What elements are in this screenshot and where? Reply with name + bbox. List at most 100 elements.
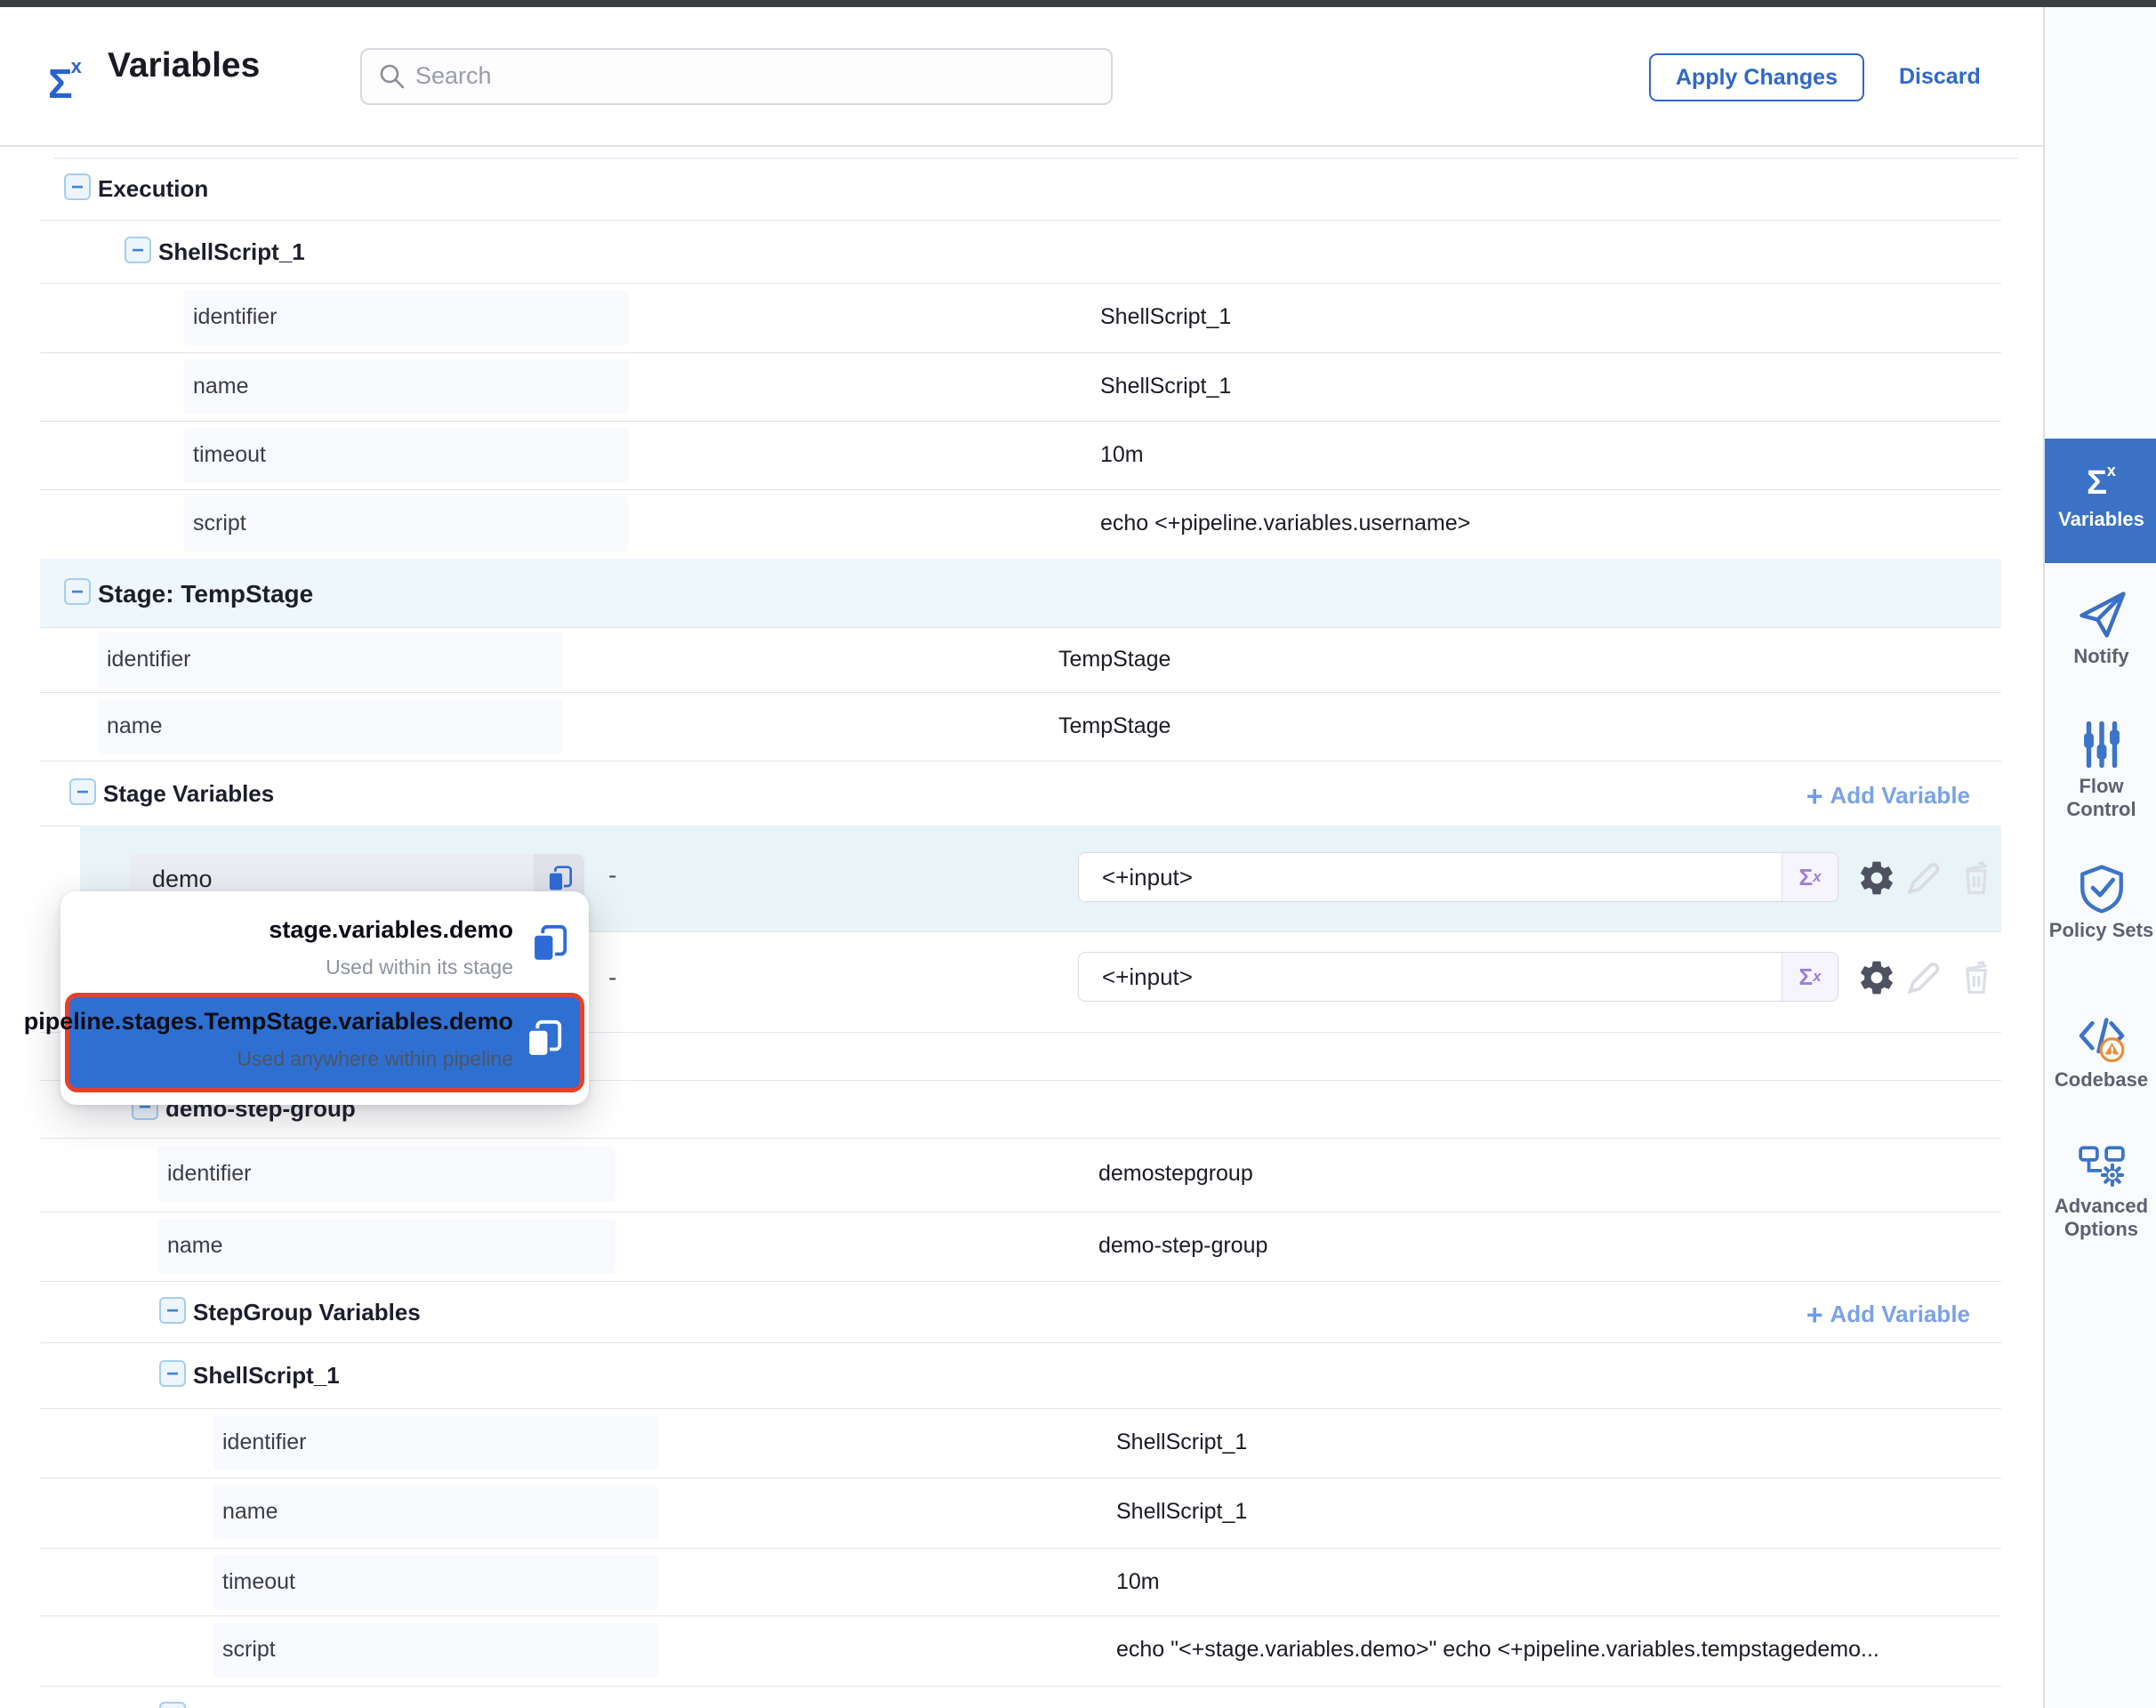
field-value: ShellScript_1 xyxy=(1100,304,1231,330)
right-sidebar: Σx Variables Notify Flow Control xyxy=(2043,7,2156,1708)
row-partial xyxy=(40,1686,2001,1708)
discard-button[interactable]: Discard xyxy=(1899,64,1981,90)
edit-pencil-icon[interactable] xyxy=(1903,958,1943,997)
scope-hint: Used anywhere within pipeline xyxy=(237,1047,513,1071)
row-identifier: identifier ShellScript_1 xyxy=(40,283,2001,353)
search-input[interactable] xyxy=(414,53,1093,98)
flowchart-gear-icon xyxy=(2076,1139,2128,1190)
sidebar-item-label: Advanced Options xyxy=(2045,1195,2156,1241)
row-dsg-identifier: identifier demostepgroup xyxy=(40,1138,2001,1213)
expression-text: pipeline.stages.TempStage.variables.demo xyxy=(24,1008,513,1035)
row-stage-tempstage: − Stage: TempStage xyxy=(40,559,2001,628)
field-label: timeout xyxy=(193,442,266,468)
row-shellscript1: − ShellScript_1 xyxy=(40,220,2001,284)
field-value: ShellScript_1 xyxy=(1100,374,1231,399)
section-title: Execution xyxy=(98,175,208,203)
sidebar-item-advanced-options[interactable]: Advanced Options xyxy=(2045,1139,2156,1241)
collapse-icon[interactable]: − xyxy=(64,578,91,605)
copy-icon[interactable] xyxy=(528,923,569,964)
copy-icon xyxy=(545,865,574,893)
field-value: demostepgroup xyxy=(1098,1161,1253,1187)
row-dsg-name: name demo-step-group xyxy=(40,1212,2001,1282)
settings-gear-icon[interactable] xyxy=(1857,858,1896,898)
row-script: script echo <+pipeline.variables.usernam… xyxy=(40,489,2001,560)
scope-option-pipeline-selected[interactable]: pipeline.stages.TempStage.variables.demo… xyxy=(65,993,584,1092)
search-box xyxy=(360,48,1113,105)
label-field xyxy=(158,1219,615,1274)
section-title: ShellScript_1 xyxy=(158,238,305,266)
sidebar-item-label: Codebase xyxy=(2045,1068,2156,1092)
plus-icon: + xyxy=(1806,780,1823,812)
field-label: name xyxy=(193,374,249,399)
section-title: ShellScript_1 xyxy=(193,1362,340,1390)
row-execution: − Execution xyxy=(40,157,2001,221)
row-stage-variables-header: − Stage Variables +Add Variable xyxy=(40,761,2001,826)
field-label: script xyxy=(193,511,246,536)
row-nested-name: name ShellScript_1 xyxy=(40,1478,2001,1549)
window-top-bar xyxy=(0,0,2156,7)
sidebar-item-notify[interactable]: Notify xyxy=(2045,587,2156,668)
sidebar-item-label: Variables xyxy=(2045,508,2156,531)
paper-plane-icon xyxy=(2075,587,2128,640)
sigma-x-icon: Σx xyxy=(2045,462,2156,503)
field-value: echo <+pipeline.variables.username> xyxy=(1100,511,1470,536)
delete-trash-icon[interactable] xyxy=(1957,958,1996,997)
section-title: Stage: TempStage xyxy=(98,580,313,608)
section-title: Stage Variables xyxy=(103,780,274,808)
expression-type-button[interactable]: Σx xyxy=(1782,853,1838,901)
shield-check-icon xyxy=(2076,863,2128,914)
row-name: name ShellScript_1 xyxy=(40,352,2001,422)
add-variable-button[interactable]: +Add Variable xyxy=(1806,780,1970,813)
row-stepgroup-variables-header: − StepGroup Variables +Add Variable xyxy=(40,1281,2001,1343)
collapse-icon[interactable]: − xyxy=(64,173,91,200)
sidebar-item-label: Policy Sets xyxy=(2045,919,2156,942)
section-title: StepGroup Variables xyxy=(193,1299,421,1326)
sidebar-item-label: Notify xyxy=(2045,645,2156,668)
field-value: TempStage xyxy=(1058,713,1171,739)
variable-value-input[interactable]: <+input> Σx xyxy=(1078,852,1838,902)
row-stage-identifier: identifier TempStage xyxy=(40,627,2001,693)
collapse-icon[interactable]: − xyxy=(159,1297,186,1324)
add-variable-button[interactable]: +Add Variable xyxy=(1806,1299,1970,1332)
code-warning-icon xyxy=(2075,1011,2128,1064)
sidebar-item-codebase[interactable]: Codebase xyxy=(2045,1011,2156,1092)
field-value: ShellScript_1 xyxy=(1116,1430,1247,1455)
collapse-icon[interactable]: − xyxy=(125,237,151,263)
row-nested-timeout: timeout 10m xyxy=(40,1548,2001,1616)
collapse-icon[interactable]: − xyxy=(69,778,96,805)
search-icon xyxy=(378,62,406,91)
row-nested-shellscript: − ShellScript_1 xyxy=(40,1342,2001,1409)
field-label: identifier xyxy=(107,647,191,673)
sidebar-item-flow-control[interactable]: Flow Control xyxy=(2045,719,2156,821)
sidebar-item-policy-sets[interactable]: Policy Sets xyxy=(2045,863,2156,942)
variable-value-input[interactable]: <+input> Σx xyxy=(1078,952,1838,1002)
row-stage-name: name TempStage xyxy=(40,692,2001,761)
label-field xyxy=(184,359,629,415)
field-label: name xyxy=(167,1233,223,1259)
plus-icon: + xyxy=(1806,1299,1823,1331)
settings-gear-icon[interactable] xyxy=(1857,958,1896,997)
label-field xyxy=(184,496,629,552)
field-label: script xyxy=(222,1637,276,1663)
field-label: identifier xyxy=(222,1430,307,1455)
sliders-icon xyxy=(2076,719,2128,770)
field-label: identifier xyxy=(167,1161,252,1187)
collapse-icon[interactable] xyxy=(159,1702,186,1708)
field-value: 10m xyxy=(1100,442,1144,468)
copy-icon[interactable] xyxy=(523,1019,564,1059)
collapse-icon[interactable]: − xyxy=(159,1360,186,1387)
sidebar-item-variables[interactable]: Σx Variables xyxy=(2045,439,2156,563)
required-value: - xyxy=(608,861,616,890)
field-value: 10m xyxy=(1116,1569,1160,1595)
edit-pencil-icon[interactable] xyxy=(1903,858,1943,898)
apply-changes-button[interactable]: Apply Changes xyxy=(1649,53,1864,101)
field-value: TempStage xyxy=(1058,647,1171,673)
label-field xyxy=(98,699,563,754)
field-label: identifier xyxy=(193,304,278,330)
row-nested-identifier: identifier ShellScript_1 xyxy=(40,1408,2001,1478)
field-label: name xyxy=(107,713,163,739)
field-label: timeout xyxy=(222,1569,295,1595)
required-value: - xyxy=(608,963,616,992)
expression-type-button[interactable]: Σx xyxy=(1782,953,1838,1001)
delete-trash-icon[interactable] xyxy=(1957,858,1996,898)
